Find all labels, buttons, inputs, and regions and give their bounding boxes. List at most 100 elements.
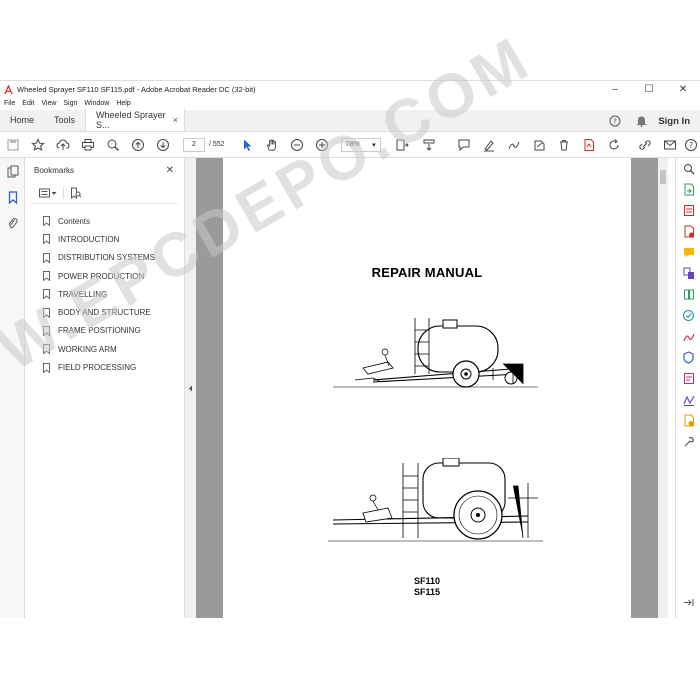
zoom-out-icon[interactable] [285,132,310,158]
bookmark-body-and-structure[interactable]: BODY AND STRUCTURE [25,303,184,321]
share-link-icon[interactable] [632,132,657,158]
minimize-button[interactable]: – [598,81,632,98]
bookmark-label: WORKING ARM [58,344,117,354]
bookmark-label: FIELD PROCESSING [58,363,137,373]
close-window-button[interactable]: ✕ [666,81,700,98]
menu-view[interactable]: View [41,100,56,107]
organize-pages-tool-icon[interactable] [676,284,700,305]
hand-tool-icon[interactable] [260,132,285,158]
page-heading: REPAIR MANUAL [371,265,483,280]
menu-window[interactable]: Window [84,100,109,107]
bookmark-label: INTRODUCTION [58,234,120,244]
notifications-bell-icon[interactable] [628,115,654,127]
scan-ocr-tool-icon[interactable] [676,305,700,326]
rotate-icon[interactable] [602,132,627,158]
comment-icon[interactable] [452,132,477,158]
search-tools-icon[interactable] [676,158,700,179]
bookmark-icon [43,289,50,300]
zoom-select[interactable]: 78% ▾ [340,137,381,152]
right-tools-rail [675,158,700,618]
help-circle-icon[interactable]: ? [682,132,700,158]
left-nav-rail [0,158,25,618]
sign-in-button[interactable]: Sign In [658,116,690,127]
bookmark-power-production[interactable]: POWER PRODUCTION [25,267,184,285]
page-fit-icon[interactable] [387,132,417,158]
title-bar: Wheeled Sprayer SF110 SF115.pdf - Adobe … [0,81,700,98]
vertical-scrollbar[interactable] [658,158,668,618]
stamp-tool-icon[interactable] [676,410,700,431]
find-bookmark-icon[interactable] [70,187,82,199]
email-icon[interactable] [657,132,682,158]
bookmark-icon [43,271,50,282]
bookmark-label: Contents [58,216,91,226]
export-pdf-tool-icon[interactable] [676,179,700,200]
close-icon[interactable]: ✕ [166,165,174,176]
bookmark-icon [43,325,50,336]
next-page-icon[interactable] [150,132,175,158]
bookmark-star-icon[interactable] [25,132,50,158]
bookmarks-panel: Bookmarks ✕ Contents INTRODUCTION DISTRI… [25,158,185,618]
bookmark-working-arm[interactable]: WORKING ARM [25,340,184,358]
page-total: / 552 [209,141,225,148]
tab-home[interactable]: Home [0,109,44,131]
scrolling-mode-icon[interactable] [417,132,442,158]
more-tools-icon[interactable] [676,431,700,452]
bookmark-introduction[interactable]: INTRODUCTION [25,230,184,248]
bookmark-travelling[interactable]: TRAVELLING [25,285,184,303]
menu-file[interactable]: File [4,100,15,107]
save-icon[interactable] [0,132,25,158]
edit-pdf-tool-icon[interactable] [676,221,700,242]
fill-and-sign-tool-icon[interactable] [676,326,700,347]
previous-page-icon[interactable] [125,132,150,158]
combine-files-tool-icon[interactable] [676,263,700,284]
menu-help[interactable]: Help [116,100,130,107]
model-sf115: SF115 [413,587,441,597]
prepare-form-tool-icon[interactable] [676,368,700,389]
delete-trash-icon[interactable] [552,132,577,158]
bookmark-icon [43,234,50,245]
page-number-input[interactable]: 2 [183,137,205,152]
panel-collapse-handle[interactable] [185,158,196,618]
bookmark-frame-positioning[interactable]: FRAME POSITIONING [25,322,184,340]
menu-edit[interactable]: Edit [22,100,34,107]
sprayer-illustration-front [328,458,543,542]
tab-document[interactable]: Wheeled Sprayer S... × [85,109,186,131]
bookmarks-panel-icon[interactable] [0,184,25,210]
zoom-in-icon[interactable] [310,132,335,158]
bookmark-label: DISTRIBUTION SYSTEMS [58,253,155,263]
tab-bar: Home Tools Wheeled Sprayer S... × ? Sign… [0,109,700,132]
bookmark-options-icon[interactable] [39,188,57,198]
scrollbar-thumb[interactable] [660,170,666,184]
menu-sign[interactable]: Sign [63,100,77,107]
maximize-button[interactable]: ☐ [632,81,666,98]
upload-cloud-icon[interactable] [50,132,75,158]
comment-tool-icon[interactable] [676,242,700,263]
bookmark-label: FRAME POSITIONING [58,326,141,336]
menu-bar: File Edit View Sign Window Help [0,98,700,109]
protect-tool-icon[interactable] [676,347,700,368]
tab-tools[interactable]: Tools [44,109,85,131]
bookmarks-title: Bookmarks [34,165,75,175]
bookmark-field-processing[interactable]: FIELD PROCESSING [25,358,184,376]
print-icon[interactable] [75,132,100,158]
search-icon[interactable] [100,132,125,158]
tab-close-icon[interactable]: × [173,115,178,125]
bookmark-distribution-systems[interactable]: DISTRIBUTION SYSTEMS [25,249,184,267]
select-cursor-icon[interactable] [235,132,260,158]
bookmark-contents[interactable]: Contents [25,212,184,230]
attachments-paperclip-icon[interactable] [0,210,25,236]
send-for-signature-tool-icon[interactable] [676,389,700,410]
page-thumbnails-icon[interactable] [0,158,25,184]
fill-sign-icon[interactable] [527,132,552,158]
document-viewport[interactable]: REPAIR MANUAL SF110 SF115 [196,158,658,618]
bookmark-icon [43,307,50,318]
bookmark-label: TRAVELLING [58,289,108,299]
create-pdf-tool-icon[interactable] [676,200,700,221]
collapse-right-pane-icon[interactable] [676,592,700,613]
draw-sign-icon[interactable] [502,132,527,158]
export-pdf-icon[interactable] [577,132,602,158]
highlight-pen-icon[interactable] [477,132,502,158]
help-icon[interactable]: ? [602,115,628,127]
bookmark-icon [43,216,50,227]
svg-text:?: ? [613,118,617,126]
